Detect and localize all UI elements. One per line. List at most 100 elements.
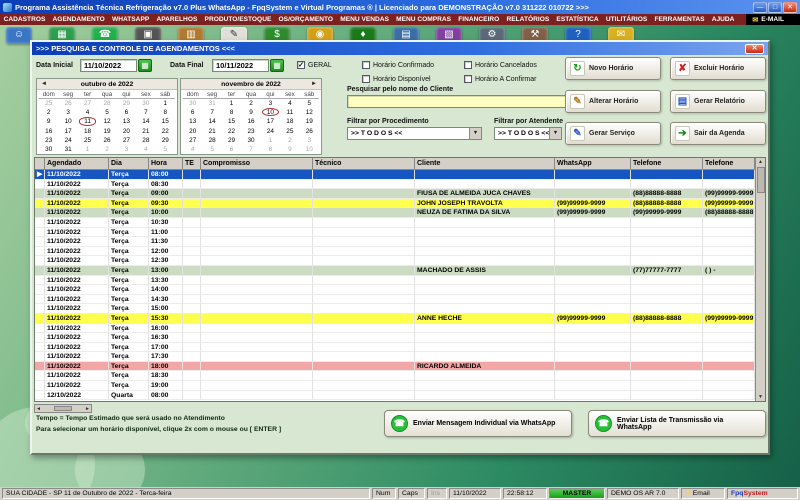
checkbox-box[interactable] bbox=[464, 61, 472, 69]
calendar-day[interactable]: 20 bbox=[117, 127, 136, 136]
calendar-day[interactable]: 28 bbox=[97, 99, 116, 108]
calendar-day[interactable]: 8 bbox=[261, 145, 280, 154]
scroll-down-icon[interactable]: ▼ bbox=[758, 393, 763, 401]
alterar-horario-button[interactable]: ✎ Alterar Horário bbox=[565, 90, 661, 113]
calendar-day[interactable]: 21 bbox=[136, 127, 155, 136]
calendar-november[interactable]: ► novembro de 2022 dom seg ter qua qui sex sáb 30… bbox=[180, 78, 322, 155]
grid-row[interactable]: 11/10/2022 Terça 14:30 bbox=[35, 294, 755, 305]
calendar-day[interactable]: 19 bbox=[300, 117, 319, 126]
checkbox-hor-rio-confirmado[interactable]: Horário Confirmado bbox=[362, 61, 434, 69]
calendar-day[interactable]: 6 bbox=[222, 145, 241, 154]
calendar-day[interactable]: 26 bbox=[97, 136, 116, 145]
grid-header-cell[interactable] bbox=[35, 158, 45, 170]
grid-header-cell[interactable]: Dia bbox=[109, 158, 149, 170]
menu-item-cadastros[interactable]: CADASTROS bbox=[0, 16, 49, 23]
filter-procedimento-select[interactable]: >> T O D O S << bbox=[347, 127, 482, 140]
calendar-day[interactable]: 9 bbox=[241, 108, 260, 117]
calendar-day[interactable]: 3 bbox=[117, 145, 136, 154]
grid-row[interactable]: 11/10/2022 Terça 12:00 bbox=[35, 246, 755, 257]
calendar-day[interactable]: 16 bbox=[39, 127, 58, 136]
scroll-left-icon[interactable]: ◄ bbox=[36, 406, 41, 412]
calendar-day[interactable]: 28 bbox=[202, 136, 221, 145]
calendar-day[interactable]: 4 bbox=[183, 145, 202, 154]
data-inicial-field[interactable]: 11/10/2022 bbox=[80, 59, 137, 72]
data-final-calendar-button[interactable]: ▦ bbox=[270, 59, 284, 72]
filter-atendente-select[interactable]: >> T O D O S << bbox=[494, 127, 562, 140]
calendar-day[interactable]: 30 bbox=[241, 136, 260, 145]
calendar-day[interactable]: 11 bbox=[280, 108, 299, 117]
calendar-day[interactable]: 11 bbox=[78, 117, 97, 126]
calendar-day[interactable]: 10 bbox=[58, 117, 77, 126]
scroll-thumb[interactable] bbox=[756, 167, 765, 193]
checkbox-box[interactable] bbox=[362, 75, 370, 83]
grid-header-cell[interactable]: WhatsApp bbox=[555, 158, 631, 170]
calendar-day[interactable]: 19 bbox=[97, 127, 116, 136]
calendar-day[interactable]: 27 bbox=[183, 136, 202, 145]
calendar-day[interactable]: 24 bbox=[261, 127, 280, 136]
calendar-day[interactable]: 3 bbox=[261, 99, 280, 108]
calendar-october[interactable]: ◄ outubro de 2022 dom seg ter qua qui sex sáb 25 2… bbox=[36, 78, 178, 155]
minimize-button[interactable]: — bbox=[753, 1, 767, 13]
status-email-button[interactable]: ✉ Email bbox=[681, 488, 725, 499]
calendar-day[interactable]: 12 bbox=[97, 117, 116, 126]
grid-row[interactable]: 11/10/2022 Terça 14:00 bbox=[35, 285, 755, 295]
grid-row[interactable]: 11/10/2022 Terça 16:30 bbox=[35, 333, 755, 343]
sair-agenda-button[interactable]: ➔ Sair da Agenda bbox=[670, 122, 766, 145]
grid-row[interactable]: 11/10/2022 Terça 10:30 bbox=[35, 217, 755, 228]
grid-row[interactable]: 11/10/2022 Terça 15:00 bbox=[35, 304, 755, 314]
calendar-day[interactable]: 8 bbox=[222, 108, 241, 117]
menu-item-produto-estoque[interactable]: PRODUTO/ESTOQUE bbox=[201, 16, 275, 23]
calendar-day[interactable]: 10 bbox=[261, 108, 280, 117]
checkbox-hor-rio-a-confirmar[interactable]: Horário A Confirmar bbox=[464, 75, 536, 83]
calendar-day[interactable]: 2 bbox=[39, 108, 58, 117]
calendar-prev-icon[interactable]: ◄ bbox=[41, 81, 47, 87]
grid-row[interactable]: 11/10/2022 Terça 18:00 RICARDO ALMEIDA bbox=[35, 361, 755, 372]
calendar-day[interactable]: 26 bbox=[58, 99, 77, 108]
calendar-day[interactable]: 15 bbox=[156, 117, 175, 126]
calendar-day[interactable]: 29 bbox=[156, 136, 175, 145]
grid-row[interactable]: 11/10/2022 Terça 17:30 bbox=[35, 352, 755, 362]
calendar-day[interactable]: 7 bbox=[241, 145, 260, 154]
calendar-day[interactable]: 5 bbox=[202, 145, 221, 154]
grid-horizontal-scrollbar[interactable]: ◄ ► bbox=[34, 404, 92, 413]
gerar-relatorio-button[interactable]: ▤ Gerar Relatório bbox=[670, 90, 766, 113]
calendar-day[interactable]: 5 bbox=[300, 99, 319, 108]
calendar-day[interactable]: 12 bbox=[300, 108, 319, 117]
grid-row[interactable]: 11/10/2022 Terça 17:00 bbox=[35, 342, 755, 353]
data-final-field[interactable]: 10/11/2022 bbox=[212, 59, 269, 72]
grid-header-cell[interactable]: Agendado bbox=[45, 158, 109, 170]
grid-header-cell[interactable]: Compromisso bbox=[201, 158, 313, 170]
calendar-day[interactable]: 7 bbox=[202, 108, 221, 117]
maximize-button[interactable]: □ bbox=[768, 1, 782, 13]
menu-item-ferramentas[interactable]: FERRAMENTAS bbox=[651, 16, 708, 23]
grid-row[interactable]: 11/10/2022 Terça 18:30 bbox=[35, 371, 755, 382]
calendar-day[interactable]: 20 bbox=[183, 127, 202, 136]
menu-item-menu-compras[interactable]: MENU COMPRAS bbox=[393, 16, 455, 23]
grid-row[interactable]: 11/10/2022 Terça 19:00 bbox=[35, 381, 755, 391]
menu-item-email[interactable]: ✉ E-MAIL bbox=[746, 14, 800, 25]
grid-header-cell[interactable]: Técnico bbox=[313, 158, 415, 170]
calendar-day[interactable]: 15 bbox=[222, 117, 241, 126]
calendar-day[interactable]: 16 bbox=[241, 117, 260, 126]
checkbox-box[interactable] bbox=[464, 75, 472, 83]
calendar-day[interactable]: 25 bbox=[78, 136, 97, 145]
grid-header-cell[interactable]: Telefone bbox=[703, 158, 755, 170]
calendar-day[interactable]: 30 bbox=[183, 99, 202, 108]
calendar-day[interactable]: 23 bbox=[39, 136, 58, 145]
calendar-day[interactable]: 9 bbox=[280, 145, 299, 154]
menu-item-aparelhos[interactable]: APARELHOS bbox=[153, 16, 201, 23]
calendar-day[interactable]: 6 bbox=[183, 108, 202, 117]
grid-row[interactable]: ▶ 11/10/2022 Terça 08:00 bbox=[35, 170, 755, 180]
checkbox-hor-rio-cancelados[interactable]: Horário Cancelados bbox=[464, 61, 537, 69]
calendar-day[interactable]: 29 bbox=[222, 136, 241, 145]
calendar-day[interactable]: 26 bbox=[300, 127, 319, 136]
calendar-day[interactable]: 17 bbox=[58, 127, 77, 136]
calendar-day[interactable]: 8 bbox=[156, 108, 175, 117]
grid-header-cell[interactable]: Hora bbox=[149, 158, 183, 170]
calendar-day[interactable]: 5 bbox=[97, 108, 116, 117]
calendar-day[interactable]: 22 bbox=[222, 127, 241, 136]
calendar-day[interactable]: 24 bbox=[58, 136, 77, 145]
dialog-close-button[interactable]: ✕ bbox=[745, 43, 764, 54]
calendar-day[interactable]: 5 bbox=[156, 145, 175, 154]
calendar-day[interactable]: 27 bbox=[117, 136, 136, 145]
